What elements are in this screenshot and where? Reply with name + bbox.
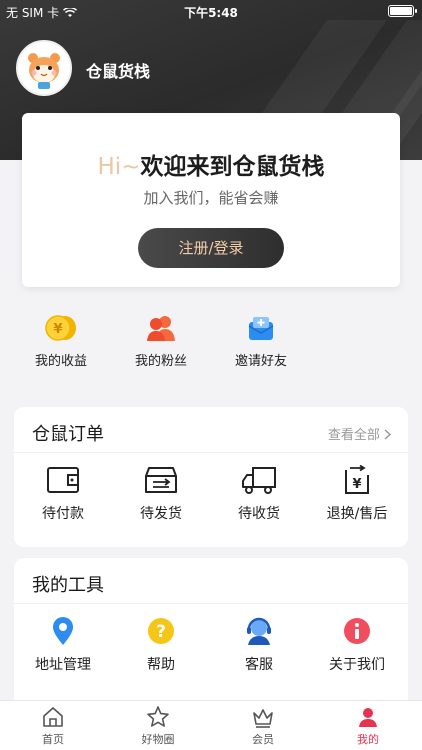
quick-label: 我的粉丝 <box>134 354 187 369</box>
quick-item-fans[interactable]: 我的粉丝 <box>121 314 201 369</box>
quick-item-earnings[interactable]: ¥ 我的收益 <box>21 314 101 369</box>
tools-section: 我的工具 地址管理 ? 帮助 客服 关于我们 <box>14 558 408 718</box>
info-icon <box>344 618 370 644</box>
quick-label: 我的收益 <box>34 354 87 369</box>
order-refund-aftersale[interactable]: ¥ 退换/售后 <box>308 465 406 523</box>
order-label: 待收货 <box>238 506 280 522</box>
welcome-card: Hi~欢迎来到仓鼠货栈 加入我们，能省会赚 注册/登录 <box>22 113 400 287</box>
view-all-orders-link[interactable]: 查看全部 <box>328 424 392 443</box>
crown-icon <box>253 709 273 728</box>
wallet-icon <box>47 467 79 493</box>
tool-address[interactable]: 地址管理 <box>14 616 112 674</box>
home-icon <box>43 707 63 727</box>
svg-text:¥: ¥ <box>352 477 361 492</box>
tab-goods-circle[interactable]: 好物圈 <box>118 705 198 747</box>
status-bar: 无 SIM 卡 下午5:48 <box>0 0 422 22</box>
order-label: 退换/售后 <box>326 506 388 522</box>
welcome-subtitle: 加入我们，能省会赚 <box>143 189 279 207</box>
order-pending-payment[interactable]: 待付款 <box>14 465 112 523</box>
box-icon <box>145 467 177 493</box>
order-status-grid: 待付款 待发货 待收货 ¥ 退换/售后 <box>14 453 408 545</box>
orders-title: 仓鼠订单 <box>32 424 104 445</box>
tab-membership[interactable]: 会员 <box>223 705 303 747</box>
fans-icon <box>147 316 175 341</box>
tool-customer-service[interactable]: 客服 <box>210 616 308 674</box>
invite-icon <box>248 317 274 340</box>
tool-help[interactable]: ? 帮助 <box>112 616 210 674</box>
order-pending-shipment[interactable]: 待发货 <box>112 465 210 523</box>
tool-label: 帮助 <box>147 657 175 673</box>
help-icon: ? <box>148 618 174 644</box>
star-icon <box>147 706 169 727</box>
tab-home[interactable]: 首页 <box>13 705 93 747</box>
tab-mine[interactable]: 我的 <box>328 705 408 747</box>
tab-label: 首页 <box>42 733 64 746</box>
tab-label: 好物圈 <box>141 733 175 746</box>
view-all-label: 查看全部 <box>327 428 380 443</box>
tools-header: 我的工具 <box>14 558 408 604</box>
tool-label: 客服 <box>245 657 273 673</box>
svg-text:¥: ¥ <box>53 322 62 337</box>
orders-header: 仓鼠订单 查看全部 <box>14 407 408 453</box>
order-label: 待发货 <box>140 506 182 522</box>
status-time: 下午5:48 <box>184 6 238 20</box>
bottom-tab-bar: 首页 好物圈 会员 我的 <box>0 700 422 750</box>
user-icon <box>359 708 377 727</box>
hamster-avatar-icon <box>18 42 70 94</box>
shop-name: 仓鼠货栈 <box>86 62 151 81</box>
location-icon <box>53 617 73 645</box>
quick-actions: ¥ 我的收益 我的粉丝 邀请好友 <box>0 300 422 390</box>
order-pending-receipt[interactable]: 待收货 <box>210 465 308 523</box>
tab-label: 会员 <box>252 733 274 746</box>
tool-label: 关于我们 <box>329 657 385 673</box>
refund-icon: ¥ <box>345 465 369 494</box>
chevron-right-icon <box>384 429 392 440</box>
tool-about[interactable]: 关于我们 <box>308 616 406 674</box>
quick-label: 邀请好友 <box>234 354 287 369</box>
coin-icon: ¥ <box>45 315 76 341</box>
tools-grid: 地址管理 ? 帮助 客服 关于我们 <box>14 604 408 696</box>
welcome-title: Hi~欢迎来到仓鼠货栈 <box>22 147 400 181</box>
tools-title: 我的工具 <box>32 575 104 596</box>
avatar[interactable] <box>16 40 72 96</box>
register-login-button[interactable]: 注册/登录 <box>138 228 284 268</box>
orders-section: 仓鼠订单 查看全部 待付款 待发货 待收货 ¥ 退换/售后 <box>14 407 408 547</box>
tab-label: 我的 <box>357 733 379 746</box>
welcome-heading: 欢迎来到仓鼠货栈 <box>140 154 325 180</box>
battery-icon <box>388 5 417 17</box>
quick-item-invite[interactable]: 邀请好友 <box>221 314 301 369</box>
customer-service-icon <box>247 617 271 645</box>
tool-label: 地址管理 <box>35 657 91 673</box>
welcome-hi: Hi~ <box>97 154 141 180</box>
svg-text:?: ? <box>156 622 166 642</box>
order-label: 待付款 <box>42 506 84 522</box>
truck-icon <box>242 467 276 494</box>
